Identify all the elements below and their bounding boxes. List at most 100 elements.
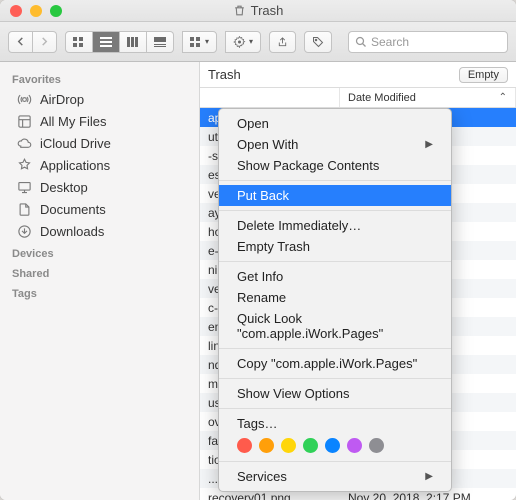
view-buttons xyxy=(65,31,174,53)
menu-label: Quick Look "com.apple.iWork.Pages" xyxy=(237,311,433,341)
main-header: Trash Empty xyxy=(200,62,516,88)
menu-separator xyxy=(219,461,451,462)
menu-label: Show Package Contents xyxy=(237,158,379,173)
column-date-label: Date Modified xyxy=(348,92,416,104)
sidebar-item-documents[interactable]: Documents xyxy=(0,198,199,220)
menu-separator xyxy=(219,180,451,181)
menu-label: Open xyxy=(237,116,269,131)
airdrop-icon xyxy=(16,91,32,107)
forward-button[interactable] xyxy=(33,31,57,53)
menu-delete-immediately[interactable]: Delete Immediately… xyxy=(219,215,451,236)
main-header-title: Trash xyxy=(208,67,241,82)
submenu-chevron-icon: ▶ xyxy=(425,139,433,150)
column-date[interactable]: Date Modified ⌃ xyxy=(340,88,516,107)
menu-label: Delete Immediately… xyxy=(237,218,361,233)
main-pane: Trash Empty Date Modified ⌃ app...uti-sae… xyxy=(200,62,516,500)
search-icon xyxy=(355,36,367,48)
menu-separator xyxy=(219,408,451,409)
tags-button[interactable] xyxy=(304,31,332,53)
sidebar-item-label: All My Files xyxy=(40,114,106,129)
menu-label: Put Back xyxy=(237,188,289,203)
action-button[interactable]: ▾ xyxy=(225,31,261,53)
menu-tags[interactable]: Tags… xyxy=(219,413,451,434)
downloads-icon xyxy=(16,223,32,239)
sidebar-item-downloads[interactable]: Downloads xyxy=(0,220,199,242)
sidebar-item-label: iCloud Drive xyxy=(40,136,111,151)
sidebar-item-airdrop[interactable]: AirDrop xyxy=(0,88,199,110)
menu-label: Get Info xyxy=(237,269,283,284)
tag-color-row xyxy=(219,434,451,457)
sidebar-item-label: Downloads xyxy=(40,224,104,239)
menu-open[interactable]: Open xyxy=(219,113,451,134)
tag-color-dot[interactable] xyxy=(281,438,296,453)
menu-label: Open With xyxy=(237,137,298,152)
column-headers: Date Modified ⌃ xyxy=(200,88,516,108)
sidebar-item-applications[interactable]: Applications xyxy=(0,154,199,176)
sidebar-item-label: Documents xyxy=(40,202,106,217)
sidebar-section-shared: Shared xyxy=(0,262,199,282)
tag-color-dot[interactable] xyxy=(259,438,274,453)
tag-color-dot[interactable] xyxy=(347,438,362,453)
sidebar-item-desktop[interactable]: Desktop xyxy=(0,176,199,198)
submenu-chevron-icon: ▶ xyxy=(425,471,433,482)
tag-color-dot[interactable] xyxy=(369,438,384,453)
toolbar: ▾ ▾ Search xyxy=(0,22,516,62)
arrange-button[interactable]: ▾ xyxy=(182,31,217,53)
sidebar-item-label: Applications xyxy=(40,158,110,173)
menu-label: Rename xyxy=(237,290,286,305)
finder-window: Trash ▾ ▾ Search Favorites AirDrop xyxy=(0,0,516,500)
list-view-button[interactable] xyxy=(93,31,120,53)
menu-label: Empty Trash xyxy=(237,239,310,254)
menu-rename[interactable]: Rename xyxy=(219,287,451,308)
window-title: Trash xyxy=(0,3,516,18)
column-name[interactable] xyxy=(200,88,340,107)
window-title-text: Trash xyxy=(251,3,284,18)
coverflow-view-button[interactable] xyxy=(147,31,174,53)
menu-open-with[interactable]: Open With ▶ xyxy=(219,134,451,155)
menu-show-package[interactable]: Show Package Contents xyxy=(219,155,451,176)
sidebar-section-favorites: Favorites xyxy=(0,68,199,88)
column-view-button[interactable] xyxy=(120,31,147,53)
menu-get-info[interactable]: Get Info xyxy=(219,266,451,287)
icon-view-button[interactable] xyxy=(65,31,93,53)
sidebar-item-allfiles[interactable]: All My Files xyxy=(0,110,199,132)
menu-label: Show View Options xyxy=(237,386,350,401)
sort-indicator-icon: ⌃ xyxy=(499,92,507,103)
menu-separator xyxy=(219,378,451,379)
share-button[interactable] xyxy=(269,31,296,53)
menu-separator xyxy=(219,348,451,349)
tag-color-dot[interactable] xyxy=(237,438,252,453)
menu-label: Tags… xyxy=(237,416,277,431)
search-placeholder: Search xyxy=(371,35,409,49)
sidebar-section-devices: Devices xyxy=(0,242,199,262)
menu-separator xyxy=(219,210,451,211)
nav-buttons xyxy=(8,31,57,53)
back-button[interactable] xyxy=(8,31,33,53)
tag-color-dot[interactable] xyxy=(325,438,340,453)
menu-services[interactable]: Services ▶ xyxy=(219,466,451,487)
action-group: ▾ xyxy=(225,31,261,53)
desktop-icon xyxy=(16,179,32,195)
empty-trash-button[interactable]: Empty xyxy=(459,67,508,83)
sidebar: Favorites AirDrop All My Files iCloud Dr… xyxy=(0,62,200,500)
menu-show-view-options[interactable]: Show View Options xyxy=(219,383,451,404)
sidebar-section-tags: Tags xyxy=(0,282,199,302)
arrange-group: ▾ xyxy=(182,31,217,53)
allfiles-icon xyxy=(16,113,32,129)
menu-put-back[interactable]: Put Back xyxy=(219,185,451,206)
menu-label: Services xyxy=(237,469,287,484)
menu-copy[interactable]: Copy "com.apple.iWork.Pages" xyxy=(219,353,451,374)
menu-empty-trash[interactable]: Empty Trash xyxy=(219,236,451,257)
sidebar-item-label: Desktop xyxy=(40,180,88,195)
file-list: app...uti-saesveayshoe-linirvec-emlinndr… xyxy=(200,108,516,500)
documents-icon xyxy=(16,201,32,217)
sidebar-item-icloud[interactable]: iCloud Drive xyxy=(0,132,199,154)
tag-color-dot[interactable] xyxy=(303,438,318,453)
search-field[interactable]: Search xyxy=(348,31,508,53)
trash-icon xyxy=(233,4,246,17)
menu-quick-look[interactable]: Quick Look "com.apple.iWork.Pages" xyxy=(219,308,451,344)
sidebar-item-label: AirDrop xyxy=(40,92,84,107)
cloud-icon xyxy=(16,135,32,151)
window-body: Favorites AirDrop All My Files iCloud Dr… xyxy=(0,62,516,500)
menu-label: Copy "com.apple.iWork.Pages" xyxy=(237,356,417,371)
